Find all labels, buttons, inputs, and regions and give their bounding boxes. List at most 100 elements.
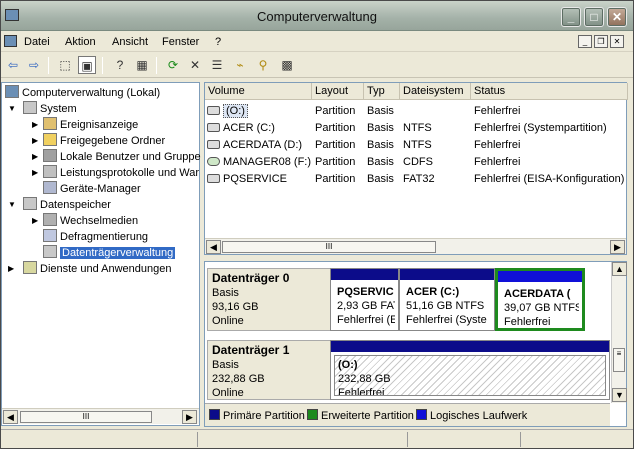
tree-node-lokale-benutzer[interactable]: Lokale Benutzer und Gruppe xyxy=(43,149,201,165)
tree-node-datenspeicher[interactable]: Datenspeicher xyxy=(23,197,111,213)
drive-icon xyxy=(207,174,220,183)
graphic-vertical-scrollbar[interactable]: ▲ ≡ ▼ xyxy=(611,262,627,403)
partition-acer-c[interactable]: ACER (C:) 51,16 GB NTFS Fehlerfrei (Syste xyxy=(399,268,495,331)
partition-o[interactable]: (O:) 232,88 GB Fehlerfrei xyxy=(330,340,610,400)
tree-node-defragmentierung[interactable]: Defragmentierung xyxy=(43,229,148,245)
tree-node-geraete-manager[interactable]: Geräte-Manager xyxy=(43,181,141,197)
toolbar-separator xyxy=(102,57,103,74)
search-icon[interactable]: ⚲ xyxy=(254,56,272,74)
expand-icon[interactable]: ▶ xyxy=(32,136,38,145)
computer-management-window: Computerverwaltung _ □ ✕ Datei Aktion An… xyxy=(0,0,634,449)
device-manager-icon xyxy=(43,181,57,194)
list-view-icon[interactable]: ▦ xyxy=(133,56,151,74)
menu-help[interactable]: ? xyxy=(215,36,221,48)
scroll-left-icon[interactable]: ◀ xyxy=(206,240,221,254)
drive-icon xyxy=(207,140,220,149)
help-icon[interactable]: ? xyxy=(111,56,129,74)
forward-icon[interactable]: ⇨ xyxy=(25,56,43,74)
show-tree-icon[interactable]: ▣ xyxy=(78,56,96,74)
properties-icon[interactable]: ☰ xyxy=(208,56,226,74)
disk-1-label[interactable]: Datenträger 1 Basis 232,88 GB Online xyxy=(207,340,331,400)
tree-node-dienste[interactable]: Dienste und Anwendungen xyxy=(23,261,172,277)
scroll-left-icon[interactable]: ◀ xyxy=(3,410,18,424)
tree-horizontal-scrollbar[interactable]: ◀ III ▶ xyxy=(2,408,199,424)
partition-acerdata-d[interactable]: ACERDATA (39,07 GB NTFS Fehlerfrei xyxy=(495,268,585,331)
delete-icon[interactable]: ✕ xyxy=(186,56,204,74)
doc-icon[interactable] xyxy=(4,35,17,47)
back-icon[interactable]: ⇦ xyxy=(4,56,22,74)
menu-ansicht[interactable]: Ansicht xyxy=(112,36,148,48)
menu-fenster[interactable]: Fenster xyxy=(162,36,199,48)
scroll-thumb[interactable]: III xyxy=(222,241,436,253)
tree-node-system[interactable]: System xyxy=(23,101,77,117)
services-icon xyxy=(23,261,37,274)
defrag-icon xyxy=(43,229,57,242)
legend: Primäre Partition Erweiterte Partition L… xyxy=(205,403,610,426)
disk-0-name: Datenträger 0 xyxy=(212,271,290,285)
expand-icon[interactable]: ▶ xyxy=(8,264,14,273)
col-header-volume[interactable]: Volume xyxy=(205,83,312,100)
toolbar-separator xyxy=(48,57,49,74)
volume-horizontal-scrollbar[interactable]: ◀ III ▶ xyxy=(205,238,626,254)
tree-node-ereignisanzeige[interactable]: Ereignisanzeige xyxy=(43,117,138,133)
menu-aktion[interactable]: Aktion xyxy=(65,36,96,48)
volume-list: Volume Layout Typ Dateisystem Status (O:… xyxy=(204,82,628,255)
tree-panel: Computerverwaltung (Lokal) ▼ System ▶ Er… xyxy=(1,82,201,426)
mdi-close-button[interactable]: ✕ xyxy=(610,35,624,48)
maximize-button[interactable]: □ xyxy=(584,7,604,27)
mdi-minimize-button[interactable]: _ xyxy=(578,35,592,48)
open-folder-icon[interactable]: ⌁ xyxy=(231,56,249,74)
cd-drive-icon xyxy=(207,157,220,166)
expand-icon[interactable]: ▶ xyxy=(32,216,38,225)
computer-icon xyxy=(5,85,19,98)
legend-extended: Erweiterte Partition xyxy=(307,409,414,422)
toolbar: ⇦ ⇨ ⬚ ▣ ? ▦ ⟳ ✕ ☰ ⌁ ⚲ ▩ xyxy=(1,53,633,78)
tools-icon xyxy=(23,101,37,114)
drive-icon xyxy=(207,123,220,132)
expand-icon[interactable]: ▶ xyxy=(32,120,38,129)
col-header-layout[interactable]: Layout xyxy=(312,83,364,100)
tree-node-wechselmedien[interactable]: Wechselmedien xyxy=(43,213,138,229)
window-title: Computerverwaltung xyxy=(257,9,377,24)
tree-node-freigegebene-ordner[interactable]: Freigegebene Ordner xyxy=(43,133,165,149)
menu-datei[interactable]: Datei xyxy=(24,36,50,48)
col-header-typ[interactable]: Typ xyxy=(364,83,400,100)
col-header-dateisystem[interactable]: Dateisystem xyxy=(400,83,471,100)
disk-management-icon xyxy=(43,245,57,258)
scroll-down-icon[interactable]: ▼ xyxy=(612,388,627,402)
scroll-right-icon[interactable]: ▶ xyxy=(610,240,625,254)
removable-media-icon xyxy=(43,213,57,226)
partition-pqservice[interactable]: PQSERVIC 2,93 GB FAT Fehlerfrei (E xyxy=(330,268,399,331)
tree-node-root[interactable]: Computerverwaltung (Lokal) xyxy=(5,85,160,101)
expand-icon[interactable]: ▶ xyxy=(32,152,38,161)
menu-bar: Datei Aktion Ansicht Fenster ? _ ❐ ✕ xyxy=(1,32,633,52)
disk-0-label[interactable]: Datenträger 0 Basis 93,16 GB Online xyxy=(207,268,331,331)
status-bar xyxy=(1,429,633,448)
disk-graphic-view: Datenträger 0 Basis 93,16 GB Online PQSE… xyxy=(204,261,627,427)
disk-1-name: Datenträger 1 xyxy=(212,343,290,357)
toolbar-separator xyxy=(156,57,157,74)
up-folder-icon[interactable]: ⬚ xyxy=(56,56,74,74)
refresh-icon[interactable]: ⟳ xyxy=(164,56,182,74)
event-viewer-icon xyxy=(43,117,57,130)
expand-icon[interactable]: ▶ xyxy=(32,168,38,177)
disk-settings-icon[interactable]: ▩ xyxy=(278,56,296,74)
tree-node-datentraegerverwaltung[interactable]: Datenträgerverwaltung xyxy=(43,245,176,261)
shared-folder-icon xyxy=(43,133,57,146)
collapse-icon[interactable]: ▼ xyxy=(8,200,16,209)
mdi-restore-button[interactable]: ❐ xyxy=(594,35,608,48)
legend-logical: Logisches Laufwerk xyxy=(416,409,527,422)
storage-icon xyxy=(23,197,37,210)
minimize-button[interactable]: _ xyxy=(561,7,581,27)
collapse-icon[interactable]: ▼ xyxy=(8,104,16,113)
scroll-thumb[interactable]: ≡ xyxy=(613,348,625,372)
legend-primary: Primäre Partition xyxy=(209,409,305,422)
performance-icon xyxy=(43,165,57,178)
close-button[interactable]: ✕ xyxy=(607,7,627,27)
users-icon xyxy=(43,149,57,162)
scroll-up-icon[interactable]: ▲ xyxy=(612,262,627,276)
scroll-thumb[interactable]: III xyxy=(20,411,152,423)
scroll-right-icon[interactable]: ▶ xyxy=(182,410,197,424)
col-header-status[interactable]: Status xyxy=(471,83,628,100)
tree-node-leistungsprotokolle[interactable]: Leistungsprotokolle und War xyxy=(43,165,199,181)
